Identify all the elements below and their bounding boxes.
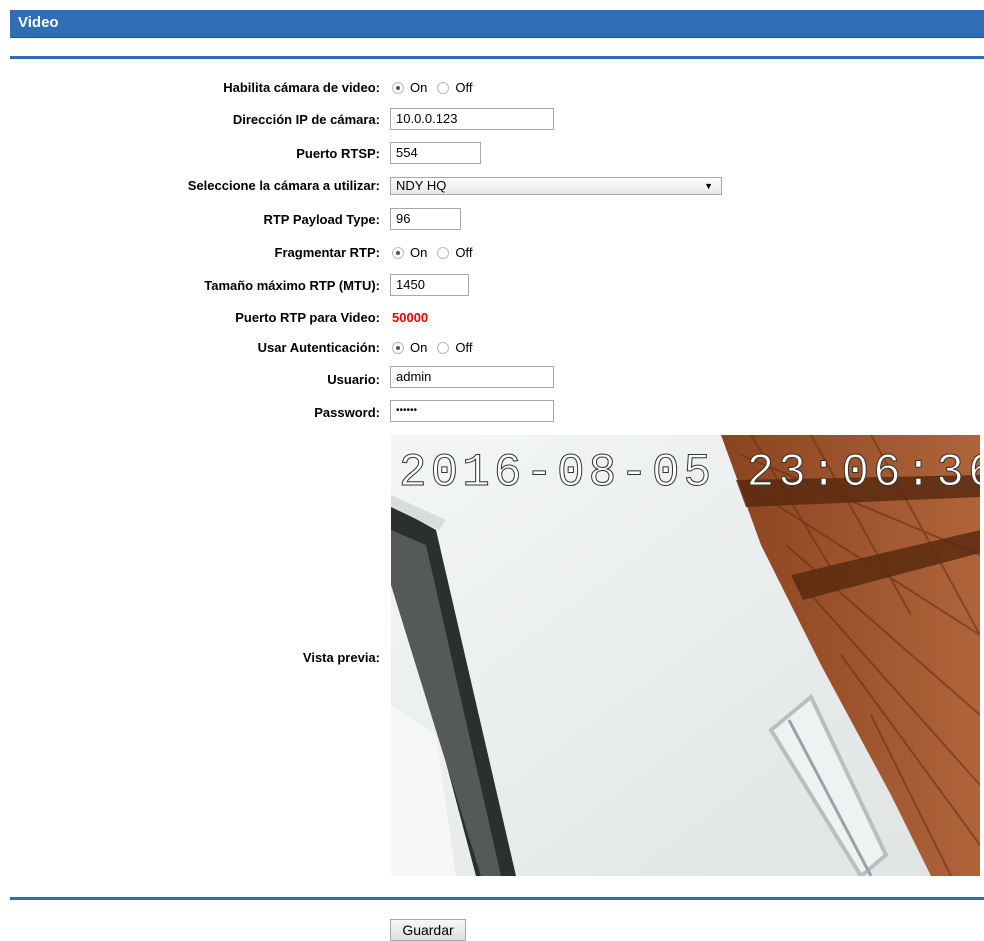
enable-camera-on-radio[interactable] — [392, 82, 404, 94]
use-auth-on-label: On — [410, 340, 428, 355]
camera-select-value: NDY HQ — [396, 178, 447, 193]
use-auth-on-radio[interactable] — [392, 342, 404, 354]
user-input[interactable]: admin — [390, 366, 554, 388]
camera-ip-input[interactable]: 10.0.0.123 — [390, 108, 554, 130]
password-input[interactable]: •••••• — [390, 400, 554, 422]
top-divider — [10, 56, 984, 59]
use-auth-off-radio[interactable] — [437, 342, 450, 354]
video-port-value: 50000 — [392, 310, 429, 325]
mtu-label: Tamaño máximo RTP (MTU): — [204, 278, 380, 293]
enable-camera-off-label: Off — [455, 80, 473, 95]
use-auth-radios: On Off — [392, 340, 472, 356]
enable-camera-label: Habilita cámara de video: — [223, 80, 380, 95]
enable-camera-radios: On Off — [392, 80, 472, 96]
camera-select[interactable]: NDY HQ ▼ — [390, 177, 722, 195]
enable-camera-off-radio[interactable] — [437, 82, 450, 94]
payload-type-label: RTP Payload Type: — [263, 212, 380, 227]
camera-preview-image: 2016-08-05 23:06:36 — [391, 435, 980, 876]
rtsp-port-input[interactable]: 554 — [390, 142, 481, 164]
user-label: Usuario: — [327, 372, 380, 387]
dropdown-arrow-icon: ▼ — [704, 181, 713, 191]
preview-timestamp: 2016-08-05 23:06:36 — [399, 447, 980, 499]
section-title: Video — [18, 14, 59, 31]
fragment-rtp-on-radio[interactable] — [392, 247, 404, 259]
save-button[interactable]: Guardar — [390, 919, 466, 941]
camera-ip-label: Dirección IP de cámara: — [232, 112, 380, 127]
mtu-input[interactable]: 1450 — [390, 274, 469, 296]
fragment-rtp-on-label: On — [410, 245, 428, 260]
section-header: Video — [10, 10, 984, 38]
camera-select-label: Seleccione la cámara a utilizar: — [187, 178, 380, 193]
fragment-rtp-radios: On Off — [392, 245, 472, 261]
enable-camera-on-label: On — [410, 80, 428, 95]
rtsp-port-label: Puerto RTSP: — [296, 146, 380, 161]
payload-type-input[interactable]: 96 — [390, 208, 461, 230]
password-label: Password: — [314, 405, 380, 420]
preview-label: Vista previa: — [302, 650, 380, 665]
fragment-rtp-off-radio[interactable] — [437, 247, 450, 259]
fragment-rtp-label: Fragmentar RTP: — [274, 245, 380, 260]
fragment-rtp-off-label: Off — [455, 245, 473, 260]
preview-scene-icon: 2016-08-05 23:06:36 — [391, 435, 980, 876]
video-port-label: Puerto RTP para Video: — [235, 310, 380, 325]
bottom-divider — [10, 897, 984, 900]
use-auth-off-label: Off — [455, 340, 473, 355]
use-auth-label: Usar Autenticación: — [257, 340, 380, 355]
